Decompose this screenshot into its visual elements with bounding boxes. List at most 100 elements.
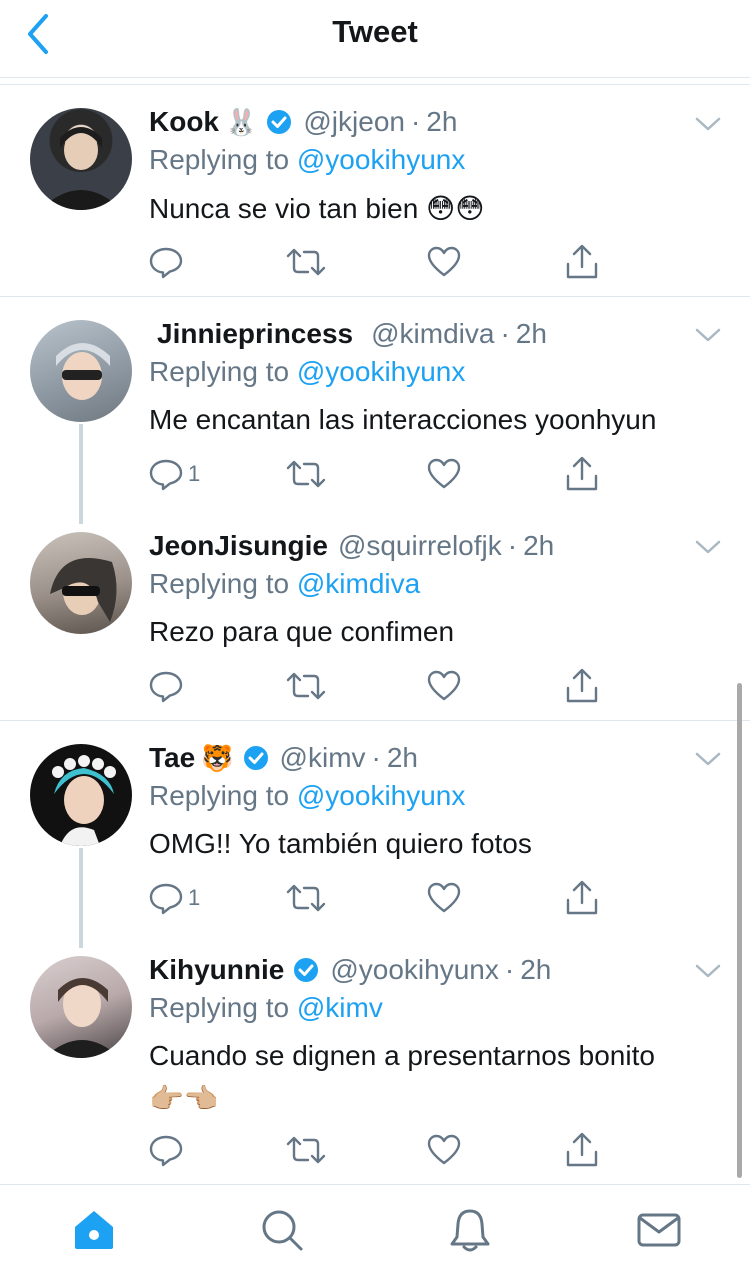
like-button[interactable]: [426, 878, 462, 918]
tweet-text: Nunca se vio tan bien 😳😳: [149, 193, 485, 224]
reply-icon: [149, 247, 183, 279]
replying-to: Replying to @kimv: [149, 992, 383, 1024]
reply-icon: [149, 883, 183, 915]
top-bar: Tweet: [0, 0, 750, 78]
retweet-icon: [286, 884, 326, 912]
timestamp: 2h: [426, 106, 458, 137]
retweet-button[interactable]: [286, 242, 326, 282]
reply-button[interactable]: [148, 1130, 188, 1170]
chevron-down-icon[interactable]: [694, 327, 722, 343]
like-button[interactable]: [426, 666, 462, 706]
tweet-text: Cuando se dignen a presentarnos bonito: [149, 1040, 655, 1071]
search-icon: [262, 1210, 303, 1251]
reply-count: 1: [188, 885, 201, 910]
bottom-tab-bar: [0, 1184, 750, 1283]
handle[interactable]: @squirrelofjk: [338, 530, 502, 562]
replying-to: Replying to @yookihyunx: [149, 144, 465, 176]
avatar[interactable]: [30, 744, 132, 846]
mention-link[interactable]: @yookihyunx: [297, 144, 466, 175]
avatar[interactable]: [30, 108, 132, 210]
share-icon: [566, 456, 598, 491]
separator-dot: ·: [507, 530, 518, 561]
tab-notifications[interactable]: [445, 1205, 495, 1255]
timestamp: 2h: [523, 530, 555, 561]
display-name[interactable]: Tae: [149, 742, 195, 774]
chevron-down-icon[interactable]: [694, 751, 722, 767]
avatar[interactable]: [30, 956, 132, 1058]
handle[interactable]: @kimv: [280, 742, 366, 774]
action-bar: 1: [148, 454, 608, 494]
handle[interactable]: @kimdiva: [371, 318, 494, 350]
bell-icon: [450, 1209, 490, 1252]
heart-icon: [427, 458, 461, 489]
replying-to-label: Replying to: [149, 780, 290, 811]
timestamp: 2h: [515, 318, 547, 349]
avatar[interactable]: [30, 320, 132, 422]
tweet-header: Tae 🐯 @kimv · 2h: [149, 740, 418, 776]
retweet-icon: [286, 672, 326, 700]
mention-link[interactable]: @kimdiva: [297, 568, 420, 599]
display-name[interactable]: Jinnieprincess: [157, 318, 353, 350]
share-button[interactable]: [564, 666, 600, 706]
retweet-icon: [286, 1136, 326, 1164]
reply-button[interactable]: [148, 666, 188, 706]
verified-badge-icon: [294, 958, 319, 982]
chevron-down-icon[interactable]: [694, 539, 722, 555]
timestamp: 2h: [386, 742, 418, 773]
avatar[interactable]: [30, 532, 132, 634]
timestamp: 2h: [520, 954, 552, 985]
tweet-header: Kihyunnie @yookihyunx · 2h: [149, 952, 551, 988]
retweet-button[interactable]: [286, 1130, 326, 1170]
share-icon: [566, 244, 598, 279]
tweet-text: OMG!! Yo también quiero fotos: [149, 828, 532, 859]
reply-count: 1: [188, 461, 201, 486]
reply-button[interactable]: [148, 242, 188, 282]
handle[interactable]: @yookihyunx: [330, 954, 499, 986]
separator-dot: ·: [504, 954, 515, 985]
tab-search[interactable]: [257, 1205, 307, 1255]
separator-dot: ·: [371, 742, 381, 773]
tab-home[interactable]: [69, 1205, 119, 1255]
thread-line: [79, 848, 83, 948]
home-icon: [75, 1211, 113, 1249]
reply-icon: [149, 459, 183, 491]
share-icon: [566, 668, 598, 703]
tweet-header: JeonJisungie @squirrelofjk · 2h: [149, 528, 554, 564]
tab-messages[interactable]: [634, 1205, 684, 1255]
heart-icon: [427, 670, 461, 701]
mention-link[interactable]: @yookihyunx: [297, 356, 466, 387]
separator-dot: ·: [500, 318, 510, 349]
handle[interactable]: @jkjeon: [303, 106, 405, 138]
name-emoji: 🐰: [225, 106, 258, 137]
chevron-down-icon[interactable]: [694, 963, 722, 979]
reply-button[interactable]: 1: [148, 878, 200, 918]
mention-link[interactable]: @yookihyunx: [297, 780, 466, 811]
scrollbar[interactable]: [737, 683, 742, 1178]
heart-icon: [427, 1134, 461, 1165]
reply-button[interactable]: 1: [148, 454, 200, 494]
tweet-text: Rezo para que confimen: [149, 616, 455, 647]
reply-icon: [149, 671, 183, 703]
share-button[interactable]: [564, 878, 600, 918]
display-name[interactable]: JeonJisungie: [149, 530, 328, 562]
replying-to: Replying to @kimdiva: [149, 568, 420, 600]
share-button[interactable]: [564, 454, 600, 494]
like-button[interactable]: [426, 454, 462, 494]
display-name[interactable]: Kihyunnie: [149, 954, 284, 986]
mention-link[interactable]: @kimv: [297, 992, 383, 1023]
retweet-button[interactable]: [286, 454, 326, 494]
retweet-button[interactable]: [286, 878, 326, 918]
chevron-down-icon[interactable]: [694, 116, 722, 132]
like-button[interactable]: [426, 242, 462, 282]
heart-icon: [427, 882, 461, 913]
share-button[interactable]: [564, 1130, 600, 1170]
separator-dot: ·: [410, 106, 421, 137]
replying-to: Replying to @yookihyunx: [149, 356, 465, 388]
name-emoji: 🐯: [201, 742, 234, 773]
like-button[interactable]: [426, 1130, 462, 1170]
retweet-button[interactable]: [286, 666, 326, 706]
replying-to-label: Replying to: [149, 992, 290, 1023]
share-button[interactable]: [564, 242, 600, 282]
display-name[interactable]: Kook: [149, 106, 219, 138]
divider: [0, 720, 750, 721]
